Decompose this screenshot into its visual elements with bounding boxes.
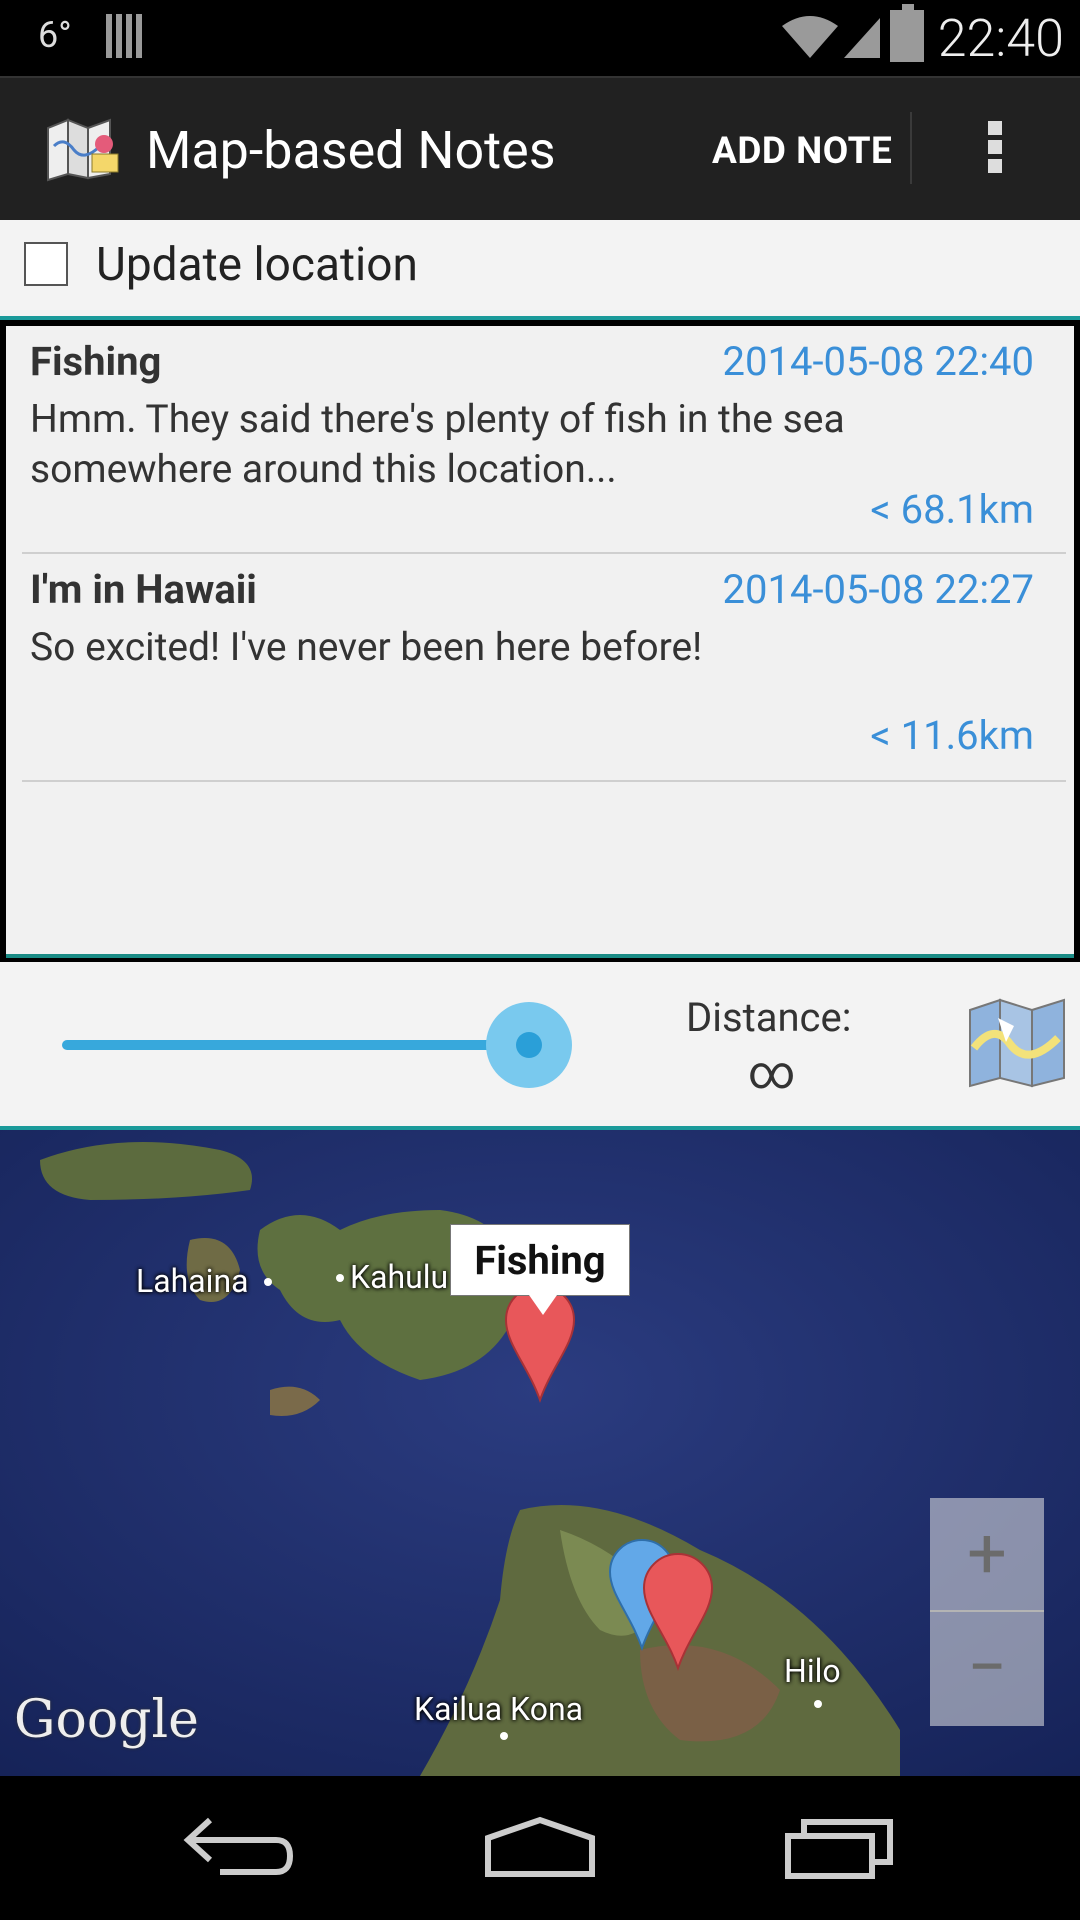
google-attribution: Google — [14, 1690, 199, 1750]
map-label-lahaina: Lahaina — [136, 1262, 249, 1300]
status-bar: 6° 22:40 — [0, 0, 1080, 76]
note-body: Hmm. They said there's plenty of fish in… — [30, 396, 845, 492]
list-divider — [22, 780, 1066, 782]
zoom-in-button[interactable]: + — [930, 1498, 1044, 1612]
note-date: 2014-05-08 22:27 — [722, 566, 1034, 613]
distance-label: Distance: — [686, 994, 852, 1041]
action-divider — [910, 112, 912, 184]
home-icon[interactable] — [480, 1812, 600, 1882]
map-view[interactable]: Lahaina Kahulu Kailua Kona Hilo Fishing … — [0, 1130, 1080, 1776]
note-distance: < 68.1km — [870, 486, 1034, 533]
note-item[interactable]: I'm in Hawaii 2014-05-08 22:27 So excite… — [14, 554, 1066, 782]
distance-slider-thumb-core[interactable] — [516, 1032, 542, 1058]
map-label-hilo: Hilo — [784, 1652, 841, 1690]
note-title: Fishing — [30, 338, 162, 385]
distance-slider-track[interactable] — [62, 1040, 532, 1050]
back-icon[interactable] — [180, 1812, 300, 1882]
note-item[interactable]: Fishing 2014-05-08 22:40 Hmm. They said … — [14, 326, 1066, 554]
notes-list[interactable]: Fishing 2014-05-08 22:40 Hmm. They said … — [6, 326, 1074, 958]
map-view-icon[interactable] — [968, 998, 1066, 1088]
app-logo-icon — [47, 118, 119, 182]
distance-controls: Distance: ∞ — [0, 962, 1080, 1130]
note-title: I'm in Hawaii — [30, 566, 257, 613]
map-label-kahului: Kahulu — [350, 1258, 449, 1296]
overflow-menu-icon[interactable] — [980, 116, 1010, 182]
add-note-button[interactable]: ADD NOTE — [712, 130, 892, 173]
update-location-checkbox[interactable] — [24, 242, 68, 286]
temperature-indicator: 6° — [38, 14, 72, 56]
update-location-label[interactable]: Update location — [96, 238, 418, 292]
action-bar: Map-based Notes ADD NOTE — [0, 76, 1080, 220]
note-date: 2014-05-08 22:40 — [722, 338, 1034, 385]
note-distance: < 11.6km — [870, 712, 1034, 759]
zoom-controls: + − — [930, 1498, 1044, 1726]
app-title: Map-based Notes — [146, 120, 556, 181]
distance-value: ∞ — [748, 1046, 796, 1100]
update-location-row: Update location — [0, 220, 1080, 320]
clock: 22:40 — [937, 8, 1064, 69]
notification-barcode-icon — [106, 14, 146, 58]
zoom-out-button[interactable]: − — [930, 1612, 1044, 1724]
map-label-kailua-kona: Kailua Kona — [414, 1690, 584, 1728]
navigation-bar — [0, 1776, 1080, 1920]
battery-charging-icon — [890, 4, 924, 62]
note-body: So excited! I've never been here before! — [30, 624, 703, 670]
marker-info-window[interactable]: Fishing — [450, 1224, 630, 1315]
wifi-signal-icon — [782, 16, 880, 58]
recents-icon[interactable] — [780, 1812, 900, 1882]
